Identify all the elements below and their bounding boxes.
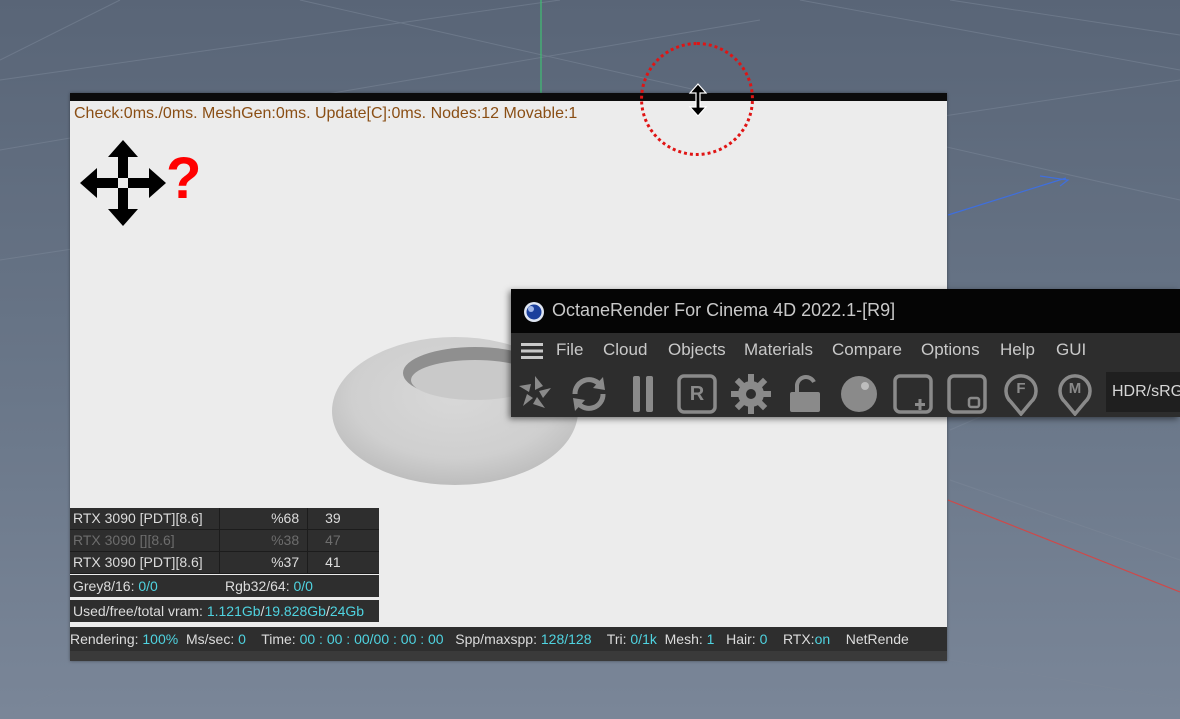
menu-file[interactable]: File xyxy=(556,340,583,360)
tri-value: 0/1k xyxy=(630,631,657,647)
menu-materials[interactable]: Materials xyxy=(744,340,813,360)
mesh-value: 1 xyxy=(706,631,715,647)
restart-render-icon[interactable] xyxy=(567,372,611,416)
viewer-bottom-strip xyxy=(70,651,947,661)
rtx-value: on xyxy=(814,631,831,647)
region-render-icon[interactable]: R xyxy=(675,372,719,416)
gpu-row: RTX 3090 [PDT][8.6] %68 39 xyxy=(70,508,379,530)
texture-stats: Grey8/16: 0/0 Rgb32/64: 0/0 xyxy=(70,575,379,597)
grey-value: 0/0 xyxy=(138,578,158,594)
time-value: 00 : 00 : 00/00 : 00 : 00 xyxy=(299,631,444,647)
octane-menu-bar: File Cloud Objects Materials Compare Opt… xyxy=(511,333,1180,367)
vram-stats: Used/free/total vram: 1.121Gb/19.828Gb/2… xyxy=(70,600,379,622)
gpu-usage: %37 xyxy=(220,552,309,573)
material-ball-icon[interactable] xyxy=(837,372,881,416)
grey-label: Grey8/16: xyxy=(73,578,135,594)
gpu-usage: %68 xyxy=(220,508,309,529)
mesh-label: Mesh: xyxy=(664,631,703,647)
time-label: Time: xyxy=(261,631,296,647)
octane-title-bar[interactable]: OctaneRender For Cinema 4D 2022.1-[R9] xyxy=(511,289,1180,333)
spp-value: 128/128 xyxy=(540,631,592,647)
question-mark: ? xyxy=(166,146,202,211)
spp-label: Spp/maxspp: xyxy=(455,631,537,647)
rendering-value: 100% xyxy=(142,631,179,647)
focus-letter: F xyxy=(1016,380,1026,397)
scene-stats-text: Check:0ms./0ms. MeshGen:0ms. Update[C]:0… xyxy=(74,105,578,122)
region-letter: R xyxy=(689,383,705,405)
menu-gui[interactable]: GUI xyxy=(1056,340,1086,360)
color-space-dropdown[interactable]: HDR/sRG xyxy=(1106,372,1180,412)
ms-value: 0 xyxy=(238,631,246,647)
hamburger-menu-icon[interactable] xyxy=(521,342,543,360)
octane-toolbar: R F M HDR/sRG xyxy=(511,367,1180,417)
render-status-bar: Rendering: 100% Ms/sec: 0 Time: 00 : 00 … xyxy=(70,627,947,651)
hair-value: 0 xyxy=(759,631,768,647)
x-axis-line xyxy=(947,499,1180,593)
cinema4d-logo-icon xyxy=(524,302,544,322)
gpu-name: RTX 3090 [PDT][8.6] xyxy=(70,552,221,573)
vertical-resize-cursor-icon xyxy=(688,83,708,117)
rendering-label: Rendering: xyxy=(70,631,139,647)
z-axis-line xyxy=(947,177,1067,216)
rgb-stats: Rgb32/64: 0/0 xyxy=(225,575,313,597)
menu-help[interactable]: Help xyxy=(1000,340,1035,360)
gpu-row: RTX 3090 [PDT][8.6] %37 41 xyxy=(70,552,379,574)
menu-objects[interactable]: Objects xyxy=(668,340,726,360)
lock-icon[interactable] xyxy=(783,372,827,416)
tri-label: Tri: xyxy=(606,631,627,647)
hair-label: Hair: xyxy=(726,631,756,647)
gpu-temp: 39 xyxy=(325,510,341,526)
gpu-name: RTX 3090 [PDT][8.6] xyxy=(70,508,221,529)
vram-used: 1.121Gb xyxy=(206,603,261,619)
viewer-top-border[interactable] xyxy=(70,93,947,101)
move-arrows-icon xyxy=(80,140,166,226)
gpu-temp: 47 xyxy=(325,532,341,548)
focus-region-icon[interactable] xyxy=(945,372,989,416)
gpu-name: RTX 3090 [][8.6] xyxy=(70,530,221,551)
gpu-usage: %38 xyxy=(220,530,309,551)
settings-gear-icon[interactable] xyxy=(729,372,773,416)
menu-compare[interactable]: Compare xyxy=(832,340,902,360)
octane-render-window[interactable]: OctaneRender For Cinema 4D 2022.1-[R9] F… xyxy=(511,289,1180,417)
menu-options[interactable]: Options xyxy=(921,340,980,360)
send-scene-icon[interactable] xyxy=(513,372,557,416)
vram-label: Used/free/total vram: xyxy=(73,603,203,619)
vram-free: 19.828Gb xyxy=(264,603,326,619)
material-letter: M xyxy=(1068,380,1082,397)
ms-label: Ms/sec: xyxy=(185,631,235,647)
add-region-icon[interactable] xyxy=(891,372,935,416)
octane-window-title: OctaneRender For Cinema 4D 2022.1-[R9] xyxy=(552,300,896,320)
focus-picker-icon[interactable]: F xyxy=(999,372,1043,417)
gpu-status-table: RTX 3090 [PDT][8.6] %68 39 RTX 3090 [][8… xyxy=(70,508,379,574)
rtx-label: RTX: xyxy=(782,631,815,647)
vram-total: 24Gb xyxy=(329,603,365,619)
netrender-label: NetRende xyxy=(845,631,909,647)
rgb-value: 0/0 xyxy=(293,578,313,594)
gpu-row: RTX 3090 [][8.6] %38 47 xyxy=(70,530,379,552)
rgb-label: Rgb32/64: xyxy=(225,578,290,594)
material-picker-icon[interactable]: M xyxy=(1053,372,1097,417)
pause-icon[interactable] xyxy=(621,372,665,416)
gpu-temp: 41 xyxy=(325,554,341,570)
menu-cloud[interactable]: Cloud xyxy=(603,340,647,360)
